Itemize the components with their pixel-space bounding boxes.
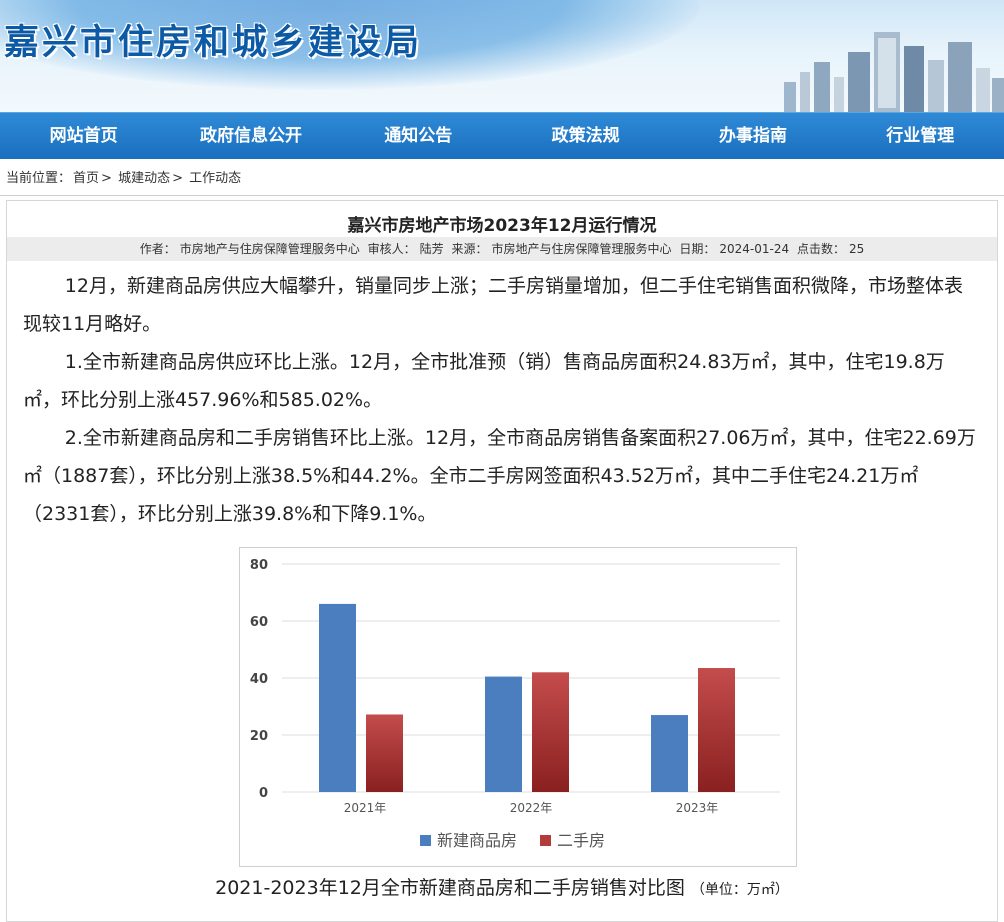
y-tick-label: 20 bbox=[250, 729, 268, 744]
bar-second-hand bbox=[698, 668, 735, 792]
breadcrumb-prefix: 当前位置： bbox=[6, 171, 72, 186]
main-nav: 网站首页 政府信息公开 通知公告 政策法规 办事指南 行业管理 bbox=[0, 112, 1004, 159]
bar-new-housing bbox=[319, 603, 356, 792]
y-tick-label: 0 bbox=[259, 786, 268, 801]
bar-chart-svg: 0 20 40 60 80 2021年 2022年 2023年新建商品房 二手房 bbox=[250, 558, 780, 850]
legend-label: 二手房 bbox=[557, 831, 605, 850]
chart-caption-text: 2021-2023年12月全市新建商品房和二手房销售对比图 bbox=[215, 877, 685, 899]
breadcrumb-link-city-news[interactable]: 城建动态 bbox=[118, 171, 170, 186]
bar-new-housing bbox=[651, 715, 688, 792]
y-tick-label: 80 bbox=[250, 558, 268, 573]
y-tick-label: 60 bbox=[250, 615, 268, 630]
article-meta: 作者： 市房地产与住房保障管理服务中心 审核人： 陆芳 来源： 市房地产与住房保障管理… bbox=[7, 237, 997, 261]
y-tick-label: 40 bbox=[250, 672, 268, 687]
breadcrumb: 当前位置： 首页 > 城建动态 > 工作动态 bbox=[0, 159, 1004, 196]
meta-author: 市房地产与住房保障管理服务中心 bbox=[179, 242, 360, 256]
x-tick-label: 2023年 bbox=[676, 801, 719, 815]
nav-item-industry[interactable]: 行业管理 bbox=[837, 113, 1004, 159]
article-paragraph: 2.全市新建商品房和二手房销售环比上涨。12月，全市商品房销售备案面积27.06… bbox=[23, 427, 976, 525]
bar-second-hand bbox=[366, 714, 403, 792]
meta-reviewer-label: 审核人： bbox=[367, 242, 416, 256]
chart-caption: 2021-2023年12月全市新建商品房和二手房销售对比图 （单位：万㎡） bbox=[7, 873, 997, 900]
breadcrumb-link-work-news[interactable]: 工作动态 bbox=[189, 171, 241, 186]
breadcrumb-separator: > bbox=[172, 171, 183, 186]
bar-chart: 0 20 40 60 80 2021年 2022年 2023年新建商品房 二手房 bbox=[239, 547, 797, 867]
x-tick-label: 2021年 bbox=[344, 801, 387, 815]
meta-reviewer: 陆芳 bbox=[419, 242, 444, 256]
x-tick-label: 2022年 bbox=[510, 801, 553, 815]
nav-item-gov-info[interactable]: 政府信息公开 bbox=[167, 113, 334, 159]
breadcrumb-link-home[interactable]: 首页 bbox=[73, 171, 99, 186]
legend-label: 新建商品房 bbox=[437, 831, 517, 850]
city-skyline-icon bbox=[784, 32, 1004, 112]
site-title: 嘉兴市住房和城乡建设局 bbox=[4, 23, 423, 63]
meta-hits: 25 bbox=[848, 242, 865, 256]
meta-author-label: 作者： bbox=[139, 242, 176, 256]
site-banner: 嘉兴市住房和城乡建设局 bbox=[0, 0, 1004, 112]
meta-hits-label: 点击数： bbox=[796, 242, 845, 256]
meta-source: 市房地产与住房保障管理服务中心 bbox=[491, 242, 672, 256]
bar-second-hand bbox=[532, 672, 569, 792]
legend-swatch bbox=[420, 835, 431, 846]
article: 嘉兴市房地产市场2023年12月运行情况 作者： 市房地产与住房保障管理服务中心 … bbox=[6, 200, 998, 922]
article-paragraph: 1.全市新建商品房供应环比上涨。12月，全市批准预（销）售商品房面积24.83万… bbox=[23, 351, 945, 411]
chart-caption-unit: （单位：万㎡） bbox=[690, 882, 789, 898]
article-body: 12月，新建商品房供应大幅攀升，销量同步上涨；二手房销量增加，但二手住宅销售面积… bbox=[7, 261, 997, 533]
nav-item-home[interactable]: 网站首页 bbox=[0, 113, 167, 159]
nav-item-notices[interactable]: 通知公告 bbox=[335, 113, 502, 159]
meta-date-label: 日期： bbox=[679, 242, 716, 256]
legend-swatch bbox=[540, 835, 551, 846]
nav-item-guide[interactable]: 办事指南 bbox=[669, 113, 836, 159]
bar-new-housing bbox=[485, 676, 522, 792]
article-title: 嘉兴市房地产市场2023年12月运行情况 bbox=[347, 216, 657, 236]
article-paragraph: 12月，新建商品房供应大幅攀升，销量同步上涨；二手房销量增加，但二手住宅销售面积… bbox=[23, 275, 963, 335]
nav-item-policies[interactable]: 政策法规 bbox=[502, 113, 669, 159]
breadcrumb-separator: > bbox=[101, 171, 112, 186]
meta-source-label: 来源： bbox=[451, 242, 488, 256]
meta-date: 2024-01-24 bbox=[719, 242, 790, 256]
